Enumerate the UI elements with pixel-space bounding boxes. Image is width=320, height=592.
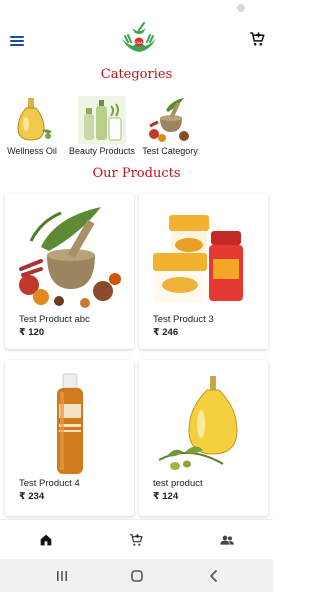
- category-label: Test Category: [142, 146, 198, 156]
- product-card[interactable]: Test Product abc ₹ 120: [5, 193, 134, 349]
- product-card[interactable]: Test Product 4 ₹ 234: [5, 360, 134, 516]
- bottom-nav: [0, 519, 273, 559]
- product-price: ₹ 246: [153, 327, 179, 338]
- back-icon[interactable]: [207, 569, 221, 583]
- category-beauty-products[interactable]: Beauty Products: [69, 96, 135, 160]
- acnederma-jars-image: [153, 215, 243, 303]
- app-bar: OAK: [0, 18, 273, 64]
- system-home-icon[interactable]: [130, 569, 144, 583]
- category-test-category[interactable]: Test Category: [138, 96, 202, 160]
- logo-text: OAK: [135, 40, 144, 45]
- herbs-mortar-spices-image: [19, 207, 121, 308]
- cart-icon[interactable]: [248, 30, 266, 48]
- status-indicator: [237, 4, 245, 12]
- menu-icon[interactable]: [10, 34, 26, 47]
- cart-icon[interactable]: [127, 532, 145, 548]
- serum-bottle-image: [57, 373, 83, 474]
- recent-apps-icon[interactable]: [55, 569, 69, 583]
- category-wellness-oil[interactable]: Wellness Oil: [0, 96, 64, 160]
- herbs-mortar-image: [149, 98, 189, 142]
- product-name: Test Product 3: [153, 314, 214, 325]
- app-logo: OAK: [122, 22, 156, 52]
- product-name: test product: [153, 478, 203, 489]
- product-price: ₹ 234: [19, 491, 45, 502]
- system-nav-bar: [0, 559, 273, 592]
- beauty-products-image: [78, 96, 126, 144]
- product-price: ₹ 120: [19, 327, 45, 338]
- users-icon[interactable]: [218, 532, 236, 548]
- home-icon[interactable]: [37, 532, 55, 548]
- status-bar: [0, 0, 273, 18]
- categories-title: Categories: [100, 67, 173, 82]
- product-card[interactable]: test product ₹ 124: [139, 360, 268, 516]
- products-title: Our Products: [92, 166, 181, 181]
- product-name: Test Product 4: [19, 478, 80, 489]
- product-card[interactable]: Test Product 3 ₹ 246: [139, 193, 268, 349]
- product-name: Test Product abc: [19, 314, 90, 325]
- product-price: ₹ 124: [153, 491, 179, 502]
- olive-oil-bottle-image: [158, 376, 238, 470]
- oil-bottle-image: [17, 98, 52, 141]
